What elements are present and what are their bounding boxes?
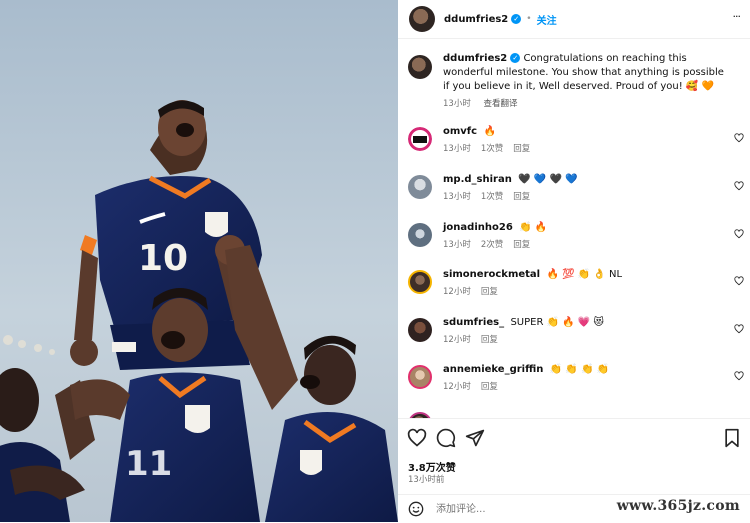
reply-button[interactable]: 回复 bbox=[513, 192, 530, 202]
comment-likes[interactable]: 2次赞 bbox=[481, 240, 503, 250]
comment-time: 13小时 bbox=[443, 240, 471, 250]
comment-item: omvfc 🔥 13小时 1次赞 回复 bbox=[407, 125, 750, 154]
reply-button[interactable]: 回复 bbox=[481, 382, 498, 392]
celebration-photo: 10 11 bbox=[0, 0, 398, 522]
comment-time: 13小时 bbox=[443, 144, 471, 154]
share-paper-plane-icon[interactable] bbox=[465, 428, 485, 448]
post-header: ddumfries2 ✓ • 关注 ··· bbox=[398, 0, 750, 39]
comment-input[interactable] bbox=[434, 502, 618, 516]
verified-badge-icon: ✓ bbox=[511, 14, 522, 24]
comment-text: 👏 👏 👏 👏 bbox=[549, 364, 610, 375]
reply-button[interactable]: 回复 bbox=[513, 240, 530, 250]
caption-avatar[interactable] bbox=[408, 55, 432, 79]
comment-time: 12小时 bbox=[443, 335, 471, 345]
comment-avatar-simonerockmetal[interactable] bbox=[408, 270, 432, 294]
watermark: www.365jz.com bbox=[614, 498, 742, 514]
separator-dot: • bbox=[526, 14, 532, 24]
comment-text: 🔥 bbox=[483, 126, 496, 137]
comment-username[interactable]: omvfc bbox=[443, 126, 477, 137]
comment-username[interactable]: jonadinho26 bbox=[443, 222, 513, 233]
comment-avatar-omvfc[interactable] bbox=[407, 126, 433, 152]
comment-time: 13小时 bbox=[443, 192, 471, 202]
comment-username[interactable]: sdumfries_ bbox=[443, 317, 504, 328]
comment-item: sdumfries_ SUPER 👏 🔥 💗 😻 12小时 回复 bbox=[408, 316, 750, 345]
caption-time: 13小时 bbox=[443, 99, 471, 109]
comment-time: 12小时 bbox=[443, 287, 471, 297]
comment-username[interactable]: mp.d_shiran bbox=[443, 174, 512, 185]
comment-text: 👏 🔥 bbox=[519, 222, 548, 233]
comment-item-partial bbox=[408, 410, 750, 418]
reply-button[interactable]: 回复 bbox=[481, 335, 498, 345]
follow-button[interactable]: 关注 bbox=[537, 12, 557, 27]
post-time: 13小时前 bbox=[408, 475, 445, 485]
comment-likes[interactable]: 1次赞 bbox=[481, 144, 503, 154]
post-photo[interactable]: 10 11 bbox=[0, 0, 398, 522]
caption-username[interactable]: ddumfries2 bbox=[443, 53, 507, 64]
comment-avatar-annemieke-griffin[interactable] bbox=[408, 365, 432, 389]
comment-time: 12小时 bbox=[443, 382, 471, 392]
caption-row: ddumfries2 ✓ Congratulations on reaching … bbox=[408, 52, 750, 109]
like-comment-heart-icon[interactable] bbox=[734, 133, 744, 143]
comment-avatar-jonadinho26[interactable] bbox=[408, 223, 432, 247]
like-comment-heart-icon[interactable] bbox=[734, 276, 744, 286]
comment-bubble-icon[interactable] bbox=[436, 428, 456, 448]
comment-text: 🖤 💙 🖤 💙 bbox=[518, 174, 578, 185]
jersey-number-bottom: 11 bbox=[125, 444, 172, 484]
comment-likes[interactable]: 1次赞 bbox=[481, 192, 503, 202]
comment-username[interactable]: annemieke_griffin bbox=[443, 364, 543, 375]
bookmark-save-icon[interactable] bbox=[723, 428, 741, 448]
likes-count[interactable]: 3.8万次赞 bbox=[408, 459, 456, 474]
jersey-number-top: 10 bbox=[138, 238, 188, 279]
post-side-panel: ddumfries2 ✓ • 关注 ··· ddumfries2 ✓ Congra… bbox=[398, 0, 750, 522]
author-avatar[interactable] bbox=[409, 6, 435, 32]
more-options-icon[interactable]: ··· bbox=[733, 10, 741, 23]
comment-item: jonadinho26 👏 🔥 13小时 2次赞 回复 bbox=[408, 221, 750, 250]
like-heart-icon[interactable] bbox=[407, 428, 427, 448]
comment-item: mp.d_shiran 🖤 💙 🖤 💙 13小时 1次赞 回复 bbox=[408, 173, 750, 202]
comment-item: annemieke_griffin 👏 👏 👏 👏 12小时 回复 bbox=[408, 363, 750, 392]
smiley-icon[interactable] bbox=[408, 501, 424, 517]
verified-badge-icon: ✓ bbox=[510, 53, 521, 63]
comments-list[interactable]: ddumfries2 ✓ Congratulations on reaching … bbox=[398, 40, 750, 418]
comment-item: simonerockmetal 🔥 💯 👏 👌 NL 12小时 回复 bbox=[408, 268, 750, 297]
comment-text: SUPER 👏 🔥 💗 😻 bbox=[510, 317, 604, 328]
comment-text: 🔥 💯 👏 👌 NL bbox=[546, 269, 623, 280]
reply-button[interactable]: 回复 bbox=[481, 287, 498, 297]
like-comment-heart-icon[interactable] bbox=[734, 324, 744, 334]
omvfc-logo bbox=[413, 136, 427, 143]
like-comment-heart-icon[interactable] bbox=[734, 181, 744, 191]
comment-username[interactable]: simonerockmetal bbox=[443, 269, 540, 280]
reply-button[interactable]: 回复 bbox=[513, 144, 530, 154]
comment-avatar-sdumfries[interactable] bbox=[408, 318, 432, 342]
author-username[interactable]: ddumfries2 bbox=[444, 14, 508, 25]
see-translation-link[interactable]: 查看翻译 bbox=[484, 99, 518, 109]
comment-avatar-mp-d-shiran[interactable] bbox=[408, 175, 432, 199]
like-comment-heart-icon[interactable] bbox=[734, 371, 744, 381]
like-comment-heart-icon[interactable] bbox=[734, 229, 744, 239]
